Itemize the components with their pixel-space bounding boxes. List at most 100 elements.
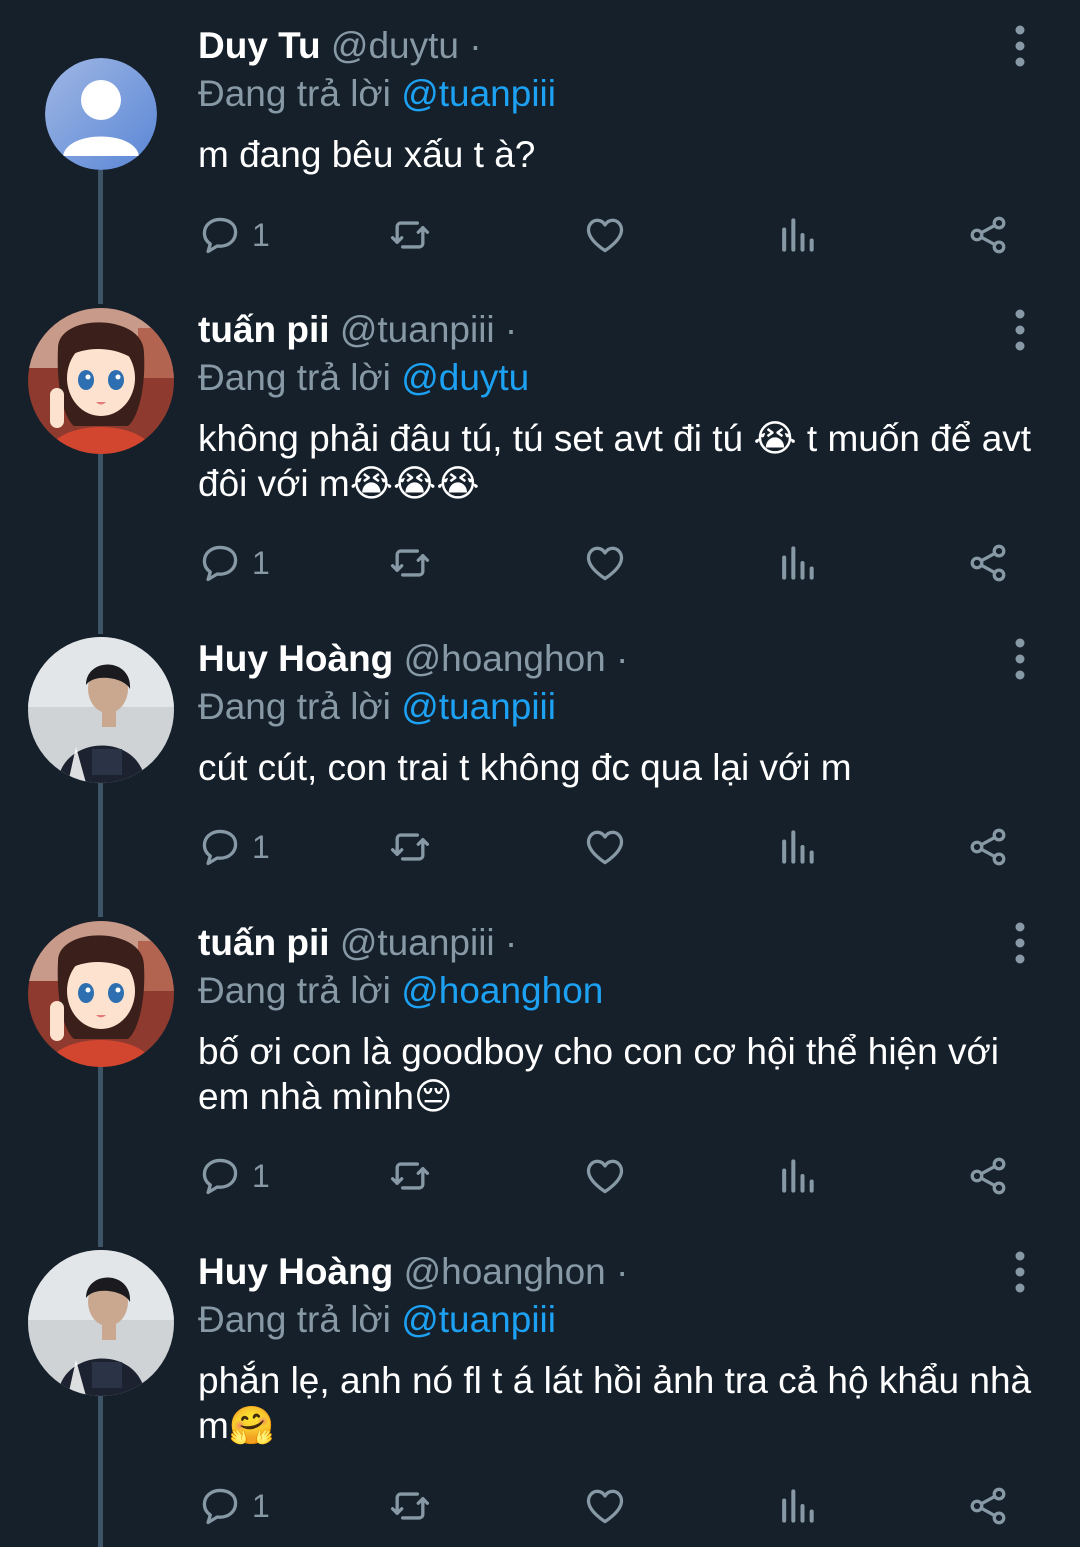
avatar[interactable] (28, 637, 174, 783)
user-handle[interactable]: @tuanpiii (340, 309, 495, 350)
share-button[interactable] (966, 210, 1010, 260)
reply-icon (202, 829, 238, 866)
avatar[interactable] (45, 58, 157, 170)
separator: · (469, 25, 482, 66)
photo-avatar-icon (28, 637, 174, 783)
heart-icon (586, 218, 624, 253)
tweet-actions: 1 (198, 1481, 1028, 1531)
tweet[interactable]: Huy Hoàng @hoanghon · Đang trả lời @tuan… (0, 1248, 1080, 1547)
user-handle[interactable]: @hoanghon (404, 1251, 606, 1292)
retweet-icon (390, 1162, 430, 1190)
tweet-header: tuấn pii @tuanpiii · (198, 919, 1040, 967)
reply-button[interactable]: 1 (198, 1151, 270, 1201)
tweet[interactable]: Huy Hoàng @hoanghon · Đang trả lời @tuan… (0, 635, 1080, 885)
retweet-button[interactable] (388, 210, 432, 260)
stats-button[interactable] (775, 1481, 819, 1531)
like-button[interactable] (583, 1481, 627, 1531)
replying-to-link[interactable]: @duytu (401, 357, 529, 398)
tweet[interactable]: Duy Tu @duytu · Đang trả lời @tuanpiii m… (0, 22, 1080, 282)
tweet-content: Huy Hoàng @hoanghon · Đang trả lời @tuan… (198, 1248, 1040, 1448)
like-button[interactable] (583, 822, 627, 872)
avatar[interactable] (28, 1250, 174, 1396)
tweet-content: tuấn pii @tuanpiii · Đang trả lời @duytu… (198, 306, 1040, 506)
photo-avatar-icon (28, 1250, 174, 1396)
retweet-button[interactable] (388, 538, 432, 588)
more-vertical-icon[interactable] (1010, 635, 1030, 683)
replying-to-line: Đang trả lời @tuanpiii (198, 683, 1040, 731)
avatar[interactable] (28, 308, 174, 454)
replying-prefix: Đang trả lời (198, 357, 391, 398)
more-vertical-icon[interactable] (1010, 1248, 1030, 1296)
like-button[interactable] (583, 210, 627, 260)
display-name[interactable]: Huy Hoàng (198, 638, 393, 679)
separator: · (616, 1251, 629, 1292)
tweet[interactable]: tuấn pii @tuanpiii · Đang trả lời @duytu… (0, 306, 1080, 606)
share-button[interactable] (966, 538, 1010, 588)
replying-to-link[interactable]: @tuanpiii (401, 686, 556, 727)
retweet-button[interactable] (388, 1151, 432, 1201)
share-button[interactable] (966, 1151, 1010, 1201)
retweet-button[interactable] (388, 1481, 432, 1531)
replying-to-link[interactable]: @tuanpiii (401, 1299, 556, 1340)
heart-icon (586, 546, 624, 581)
user-handle[interactable]: @duytu (331, 25, 459, 66)
avatar[interactable] (28, 921, 174, 1067)
share-icon (970, 828, 1006, 866)
reply-button[interactable]: 1 (198, 822, 270, 872)
more-vertical-icon[interactable] (1010, 919, 1030, 967)
display-name[interactable]: tuấn pii (198, 922, 330, 963)
reply-count: 1 (252, 216, 270, 253)
tweet-actions: 1 (198, 210, 1028, 260)
stats-button[interactable] (775, 1151, 819, 1201)
replying-to-link[interactable]: @tuanpiii (401, 73, 556, 114)
reply-count: 1 (252, 1157, 270, 1194)
reply-button[interactable]: 1 (198, 538, 270, 588)
retweet-button[interactable] (388, 822, 432, 872)
separator: · (504, 922, 518, 963)
tweet-header: Huy Hoàng @hoanghon · (198, 1248, 1040, 1296)
tweet-text: phắn lẹ, anh nó fl t á lát hồi ảnh tra c… (198, 1360, 1032, 1446)
anime-girl-avatar-icon (28, 921, 174, 1067)
default-avatar-icon (45, 58, 157, 170)
tweet-header: Duy Tu @duytu · (198, 22, 1040, 70)
user-handle[interactable]: @tuanpiii (340, 922, 495, 963)
stats-button[interactable] (775, 822, 819, 872)
tweet-header: tuấn pii @tuanpiii · (198, 306, 1040, 354)
separator: · (616, 638, 629, 679)
reply-button[interactable]: 1 (198, 1481, 270, 1531)
retweet-icon (390, 833, 430, 861)
tweet-header: Huy Hoàng @hoanghon · (198, 635, 1040, 683)
display-name[interactable]: Duy Tu (198, 25, 321, 66)
tweet-content: tuấn pii @tuanpiii · Đang trả lời @hoang… (198, 919, 1040, 1119)
retweet-icon (390, 221, 430, 249)
like-button[interactable] (583, 538, 627, 588)
like-button[interactable] (583, 1151, 627, 1201)
replying-to-line: Đang trả lời @duytu (198, 354, 1040, 402)
replying-prefix: Đang trả lời (198, 686, 391, 727)
user-handle[interactable]: @hoanghon (404, 638, 606, 679)
stats-icon (782, 546, 814, 580)
reply-icon (202, 1488, 238, 1525)
replying-to-line: Đang trả lời @tuanpiii (198, 1296, 1040, 1344)
more-vertical-icon[interactable] (1010, 22, 1030, 70)
stats-icon (782, 1489, 814, 1523)
replying-prefix: Đang trả lời (198, 970, 391, 1011)
share-button[interactable] (966, 1481, 1010, 1531)
retweet-icon (390, 1492, 430, 1520)
replying-to-link[interactable]: @hoanghon (401, 970, 603, 1011)
tweet-text: bố ơi con là goodboy cho con cơ hội thể … (198, 1031, 999, 1117)
share-button[interactable] (966, 822, 1010, 872)
tweet-text: cút cút, con trai t không đc qua lại với… (198, 747, 852, 788)
reply-button[interactable]: 1 (198, 210, 270, 260)
tweet-content: Duy Tu @duytu · Đang trả lời @tuanpiii m… (198, 22, 1040, 177)
thread: Duy Tu @duytu · Đang trả lời @tuanpiii m… (0, 0, 1080, 1547)
more-vertical-icon[interactable] (1010, 306, 1030, 354)
replying-prefix: Đang trả lời (198, 1299, 391, 1340)
retweet-icon (390, 549, 430, 577)
tweet[interactable]: tuấn pii @tuanpiii · Đang trả lời @hoang… (0, 919, 1080, 1219)
stats-button[interactable] (775, 538, 819, 588)
stats-button[interactable] (775, 210, 819, 260)
tweet-actions: 1 (198, 538, 1028, 588)
display-name[interactable]: Huy Hoàng (198, 1251, 393, 1292)
display-name[interactable]: tuấn pii (198, 309, 330, 350)
